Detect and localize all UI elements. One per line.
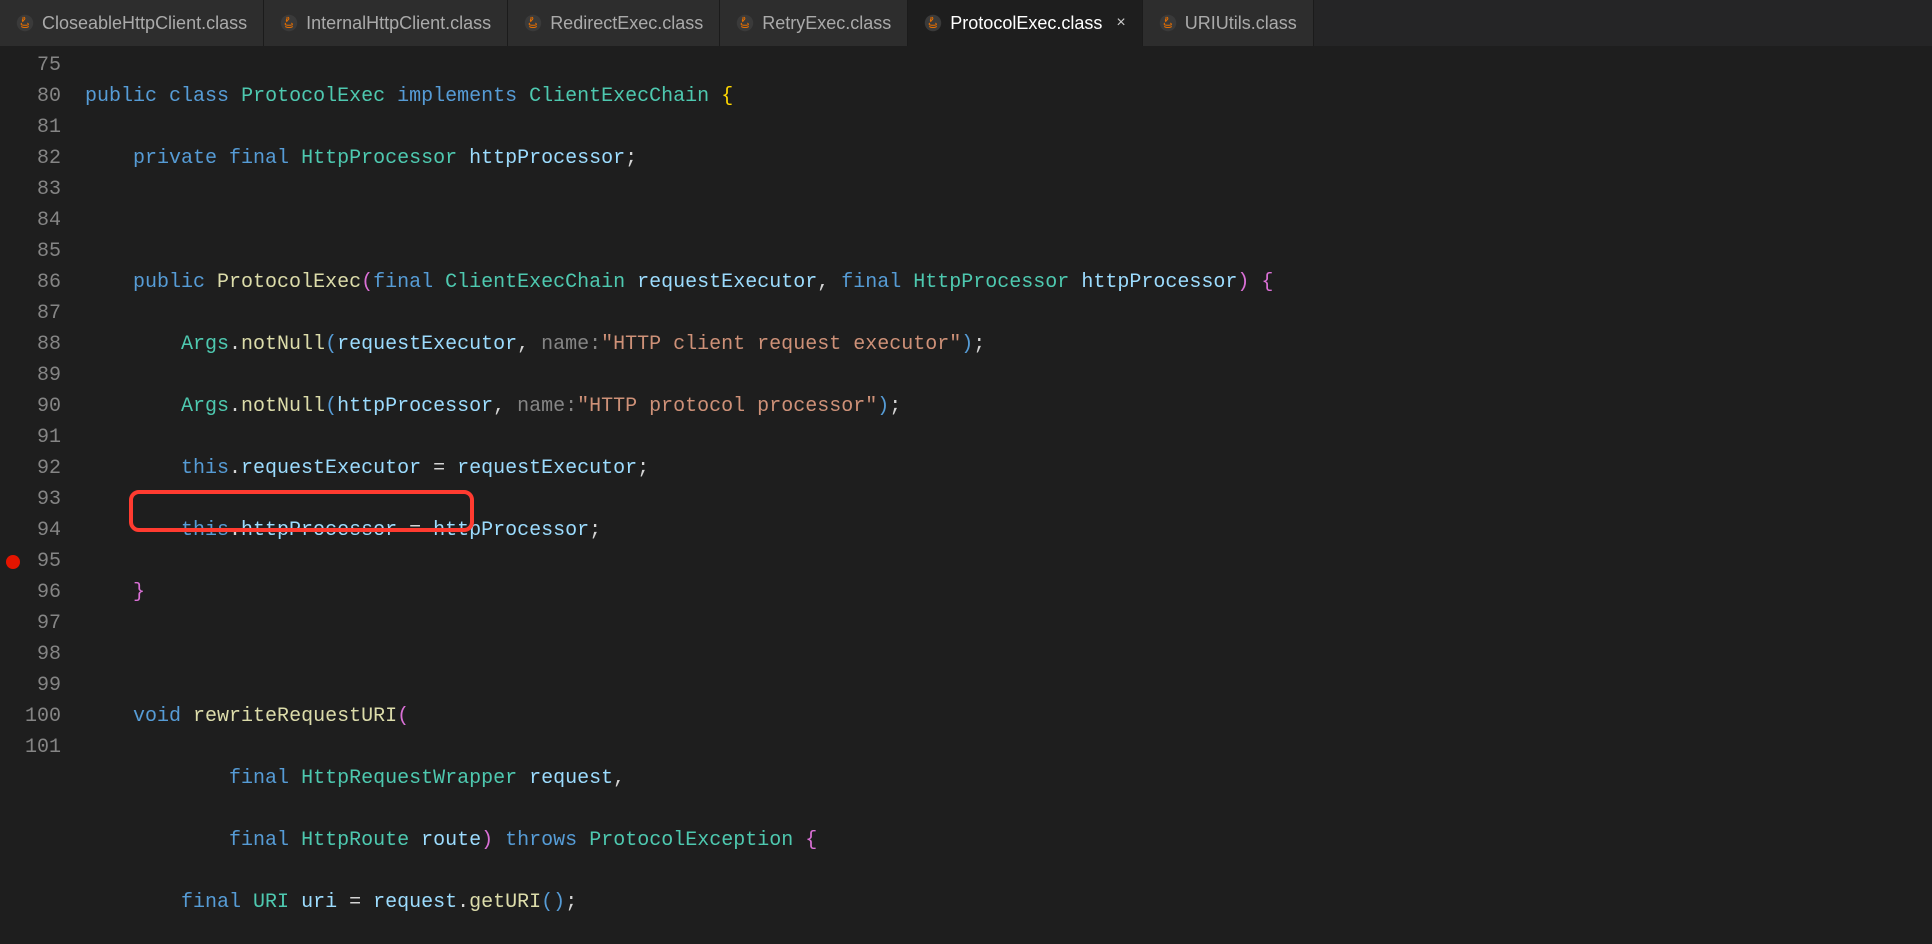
line-number: 88 [0,329,61,360]
java-icon [1159,14,1177,32]
line-number: 97 [0,608,61,639]
java-icon [524,14,542,32]
tab-internalhttpclient[interactable]: InternalHttpClient.class [264,0,508,46]
tab-redirectexec[interactable]: RedirectExec.class [508,0,720,46]
tab-label: CloseableHttpClient.class [42,13,247,34]
line-number: 86 [0,267,61,298]
line-number: 100 [0,701,61,732]
close-icon[interactable]: × [1116,14,1125,32]
tab-label: RedirectExec.class [550,13,703,34]
line-number: 94 [0,515,61,546]
line-number: 89 [0,360,61,391]
tab-label: RetryExec.class [762,13,891,34]
tab-uriutils[interactable]: URIUtils.class [1143,0,1314,46]
line-number: 95 [0,546,61,577]
tab-label: InternalHttpClient.class [306,13,491,34]
tab-bar: CloseableHttpClient.class InternalHttpCl… [0,0,1932,46]
breakpoint-icon[interactable] [6,555,20,569]
line-number: 82 [0,143,61,174]
java-icon [16,14,34,32]
line-number: 98 [0,639,61,670]
tab-retryexec[interactable]: RetryExec.class [720,0,908,46]
editor: 75 80 81 82 83 84 85 86 87 88 89 90 91 9… [0,46,1932,944]
line-number: 75 [0,50,61,81]
line-number: 80 [0,81,61,112]
tab-protocolexec[interactable]: ProtocolExec.class × [908,0,1142,46]
line-number: 90 [0,391,61,422]
line-number: 81 [0,112,61,143]
tab-label: ProtocolExec.class [950,13,1102,34]
line-number: 87 [0,298,61,329]
line-number: 84 [0,205,61,236]
java-icon [924,14,942,32]
code-area[interactable]: public class ProtocolExec implements Cli… [85,50,1932,944]
gutter: 75 80 81 82 83 84 85 86 87 88 89 90 91 9… [0,50,85,944]
line-number: 99 [0,670,61,701]
java-icon [280,14,298,32]
line-number: 93 [0,484,61,515]
line-number: 83 [0,174,61,205]
line-number: 85 [0,236,61,267]
line-number: 91 [0,422,61,453]
java-icon [736,14,754,32]
line-number: 101 [0,732,61,763]
tab-closeablehttpclient[interactable]: CloseableHttpClient.class [0,0,264,46]
tab-label: URIUtils.class [1185,13,1297,34]
line-number: 92 [0,453,61,484]
line-number: 96 [0,577,61,608]
